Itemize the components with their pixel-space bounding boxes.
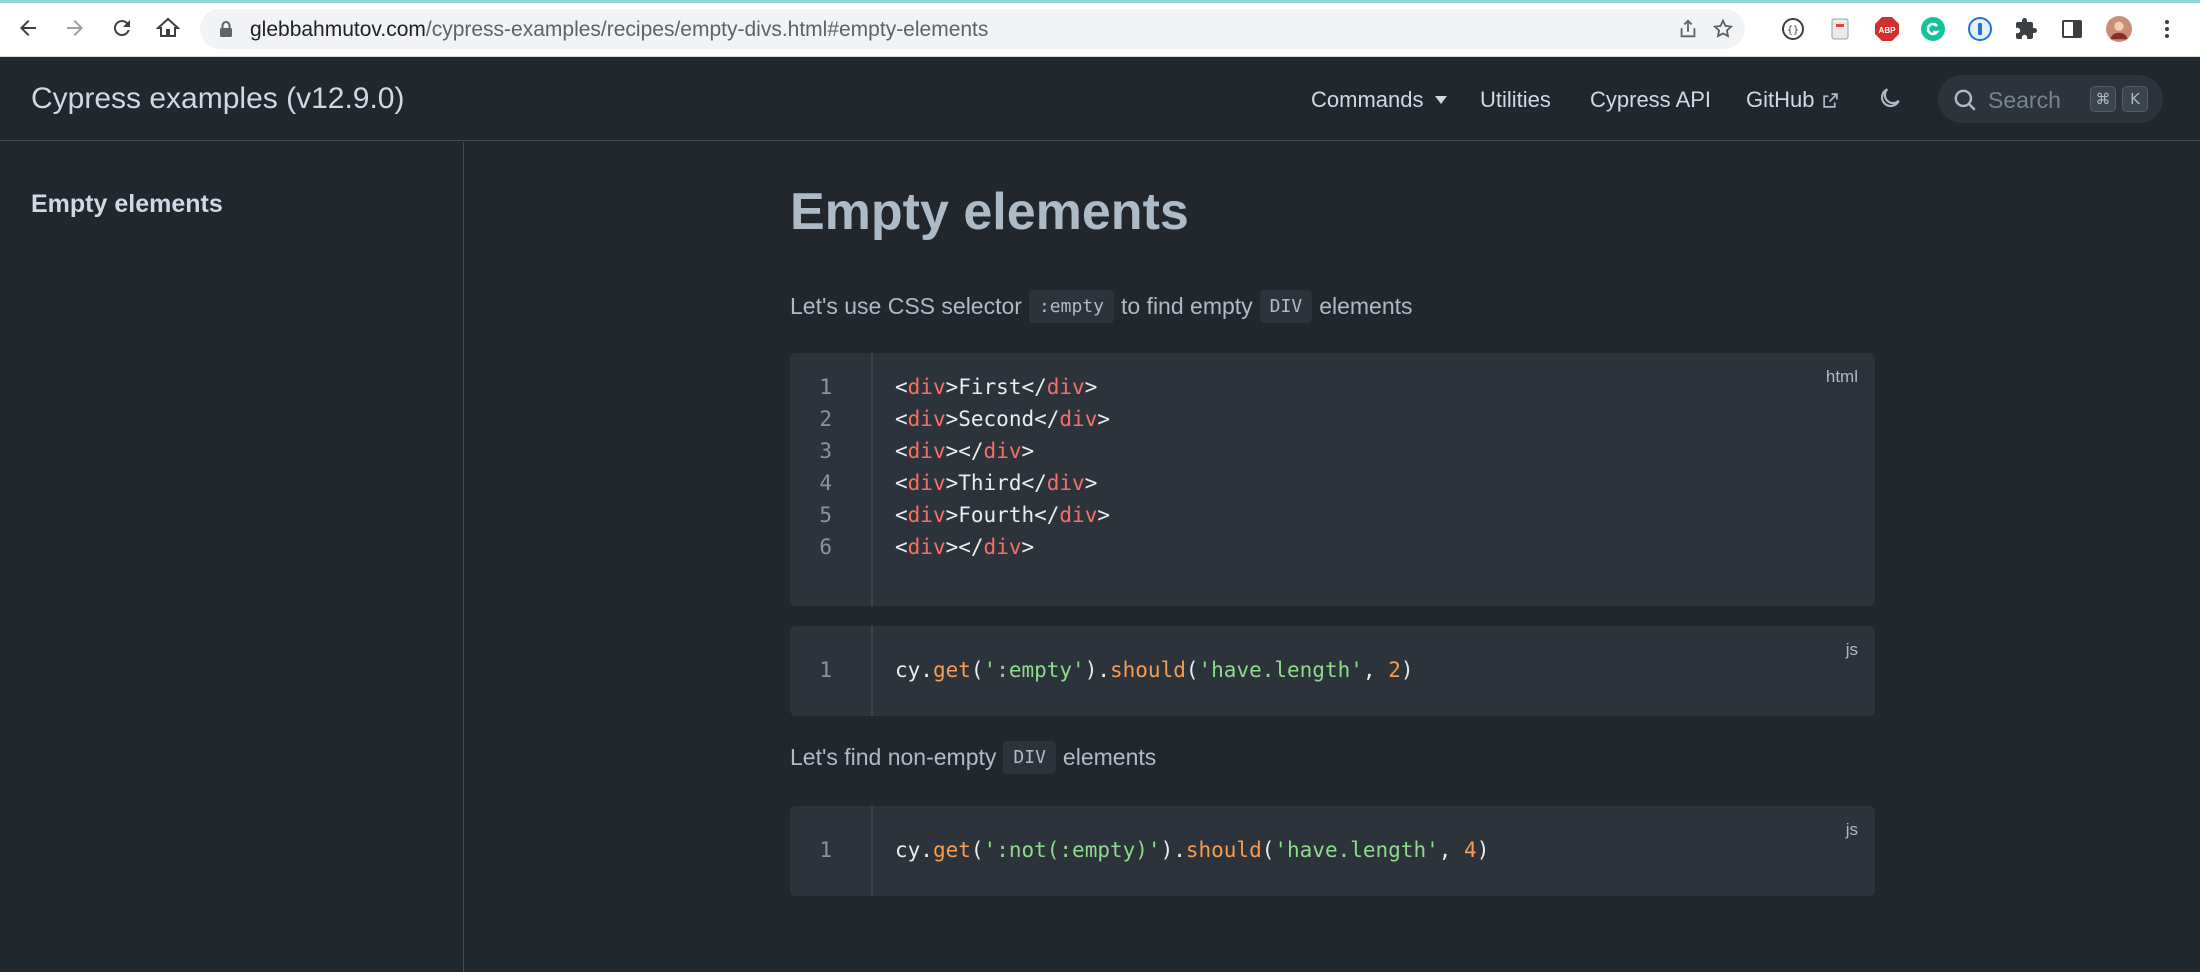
back-arrow-icon — [20, 20, 36, 36]
back-button[interactable] — [13, 13, 43, 43]
nav-commands-label: Commands — [1311, 87, 1424, 112]
line-number: 3 — [819, 439, 832, 463]
password-manager-icon[interactable] — [1967, 16, 1993, 42]
nav-utilities[interactable]: Utilities — [1480, 87, 1551, 113]
code-text: <div>First</div> — [895, 375, 1098, 399]
para1-text-before: Let's use CSS selector — [790, 293, 1022, 319]
kbd-cmd-key: ⌘ — [2090, 86, 2116, 112]
page-title: Empty elements — [790, 183, 1189, 241]
code-text: <div></div> — [895, 439, 1035, 463]
code-block-js-not-empty: js 1 cy.get(':not(:empty)').should('have… — [790, 806, 1875, 896]
site-title[interactable]: Cypress examples (v12.9.0) — [31, 82, 404, 116]
side-panel-icon[interactable] — [2059, 16, 2085, 42]
sidebar: Empty elements — [0, 142, 464, 972]
url-path: /cypress-examples/recipes/empty-divs.htm… — [425, 18, 989, 41]
para2-text-before: Let's find non-empty — [790, 744, 997, 770]
extensions-puzzle-icon[interactable] — [2013, 16, 2039, 42]
code-text: cy.get(':not(:empty)').should('have.leng… — [895, 838, 1490, 862]
code-block-html: html 1 <div>First</div> 2 <div>Second</div>… — [790, 353, 1875, 606]
line-number: 2 — [819, 407, 832, 431]
nav-cypress-api[interactable]: Cypress API — [1590, 87, 1711, 113]
line-number: 1 — [819, 375, 832, 399]
adblock-plus-icon[interactable]: ABP — [1874, 16, 1900, 42]
inline-code-div: DIV — [1003, 741, 1056, 774]
code-line: 5 <div>Fourth</div> — [790, 499, 1110, 531]
code-line: 1 <div>First</div> — [790, 371, 1097, 403]
search-label: Search — [1988, 87, 2061, 113]
inline-code-div: DIV — [1259, 290, 1313, 323]
code-line: 6 <div></div> — [790, 531, 1034, 563]
home-icon — [156, 17, 180, 37]
code-language-label: html — [1825, 367, 1858, 386]
nav-github[interactable]: GitHub — [1746, 87, 1839, 113]
chrome-menu-icon[interactable] — [2154, 16, 2180, 42]
code-text: <div>Third</div> — [895, 471, 1098, 495]
reload-icon — [113, 20, 130, 37]
site-header: Cypress examples (v12.9.0) Commands Util… — [0, 58, 2200, 141]
profile-avatar[interactable] — [2106, 16, 2132, 42]
code-line: 1 cy.get(':not(:empty)').should('have.le… — [790, 834, 1489, 866]
nav-github-label: GitHub — [1746, 87, 1815, 112]
non-empty-paragraph: Let's find non-empty DIV elements — [790, 741, 1156, 774]
lock-icon — [220, 21, 232, 37]
svg-text:ABP: ABP — [1879, 26, 1897, 35]
dark-mode-toggle-moon-icon[interactable] — [1877, 85, 1903, 111]
home-button[interactable] — [153, 13, 183, 43]
para1-text-after: elements — [1319, 293, 1413, 319]
browser-toolbar: glebbahmutov.com/cypress-examples/recipe… — [0, 0, 2200, 57]
search-icon — [1954, 89, 1976, 111]
tab-strip-accent — [0, 0, 2200, 3]
sidebar-item-empty-elements[interactable]: Empty elements — [31, 190, 223, 219]
forward-arrow-icon — [67, 20, 83, 36]
nav-commands[interactable]: Commands — [1311, 87, 1448, 113]
caret-down-icon — [1435, 96, 1448, 104]
nav-cypress-api-label: Cypress API — [1590, 87, 1712, 112]
code-language-label: js — [1845, 820, 1858, 839]
code-text: cy.get(':empty').should('have.length', 2… — [895, 658, 1414, 682]
code-text: <div>Second</div> — [895, 407, 1110, 431]
code-line: 1 cy.get(':empty').should('have.length',… — [790, 654, 1413, 686]
line-number: 6 — [819, 535, 832, 559]
extension-code-icon[interactable]: {} — [1780, 16, 1806, 42]
code-block-js-empty: js 1 cy.get(':empty').should('have.lengt… — [790, 626, 1875, 716]
line-number: 1 — [819, 658, 832, 682]
para2-text-after: elements — [1062, 744, 1157, 770]
share-icon[interactable] — [1677, 18, 1699, 40]
code-line: 4 <div>Third</div> — [790, 467, 1097, 499]
forward-button[interactable] — [60, 13, 90, 43]
code-line: 2 <div>Second</div> — [790, 403, 1110, 435]
kbd-k-key: K — [2122, 86, 2148, 112]
extension-page-icon[interactable] — [1827, 16, 1853, 42]
code-text: <div></div> — [895, 535, 1035, 559]
para1-text-middle: to find empty — [1120, 293, 1253, 319]
code-text: <div>Fourth</div> — [895, 503, 1110, 527]
svg-text:{}: {} — [1787, 25, 1799, 36]
search-button[interactable]: Search ⌘ K — [1938, 75, 2163, 123]
line-number: 4 — [819, 471, 832, 495]
grammarly-icon[interactable] — [1920, 16, 1946, 42]
bookmark-star-icon[interactable] — [1712, 18, 1734, 40]
line-number: 1 — [819, 838, 832, 862]
url-text: glebbahmutov.com/cypress-examples/recipe… — [250, 18, 988, 42]
nav-utilities-label: Utilities — [1480, 87, 1551, 112]
inline-code-empty-selector: :empty — [1028, 290, 1114, 323]
url-host: glebbahmutov.com — [250, 18, 426, 41]
intro-paragraph: Let's use CSS selector :empty to find em… — [790, 290, 1413, 323]
code-language-label: js — [1845, 640, 1858, 659]
address-bar[interactable]: glebbahmutov.com/cypress-examples/recipe… — [200, 9, 1745, 49]
code-line: 3 <div></div> — [790, 435, 1034, 467]
external-link-icon — [1823, 92, 1839, 108]
line-number: 5 — [819, 503, 832, 527]
reload-button[interactable] — [107, 13, 137, 43]
